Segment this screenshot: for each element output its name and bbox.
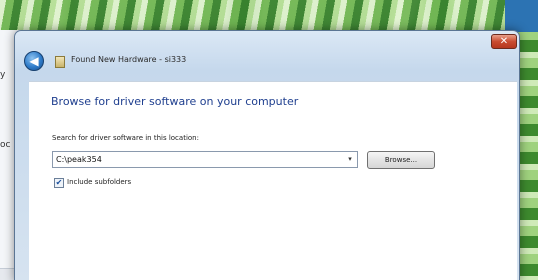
hardware-icon (55, 56, 65, 68)
search-location-label: Search for driver software in this locat… (52, 134, 199, 142)
browse-button[interactable]: Browse... (367, 151, 435, 169)
dialog-title: Found New Hardware - si333 (71, 55, 187, 64)
include-subfolders-checkbox[interactable]: ✔ (54, 178, 64, 188)
back-button[interactable]: ◀ (24, 51, 44, 71)
close-button[interactable]: ✕ (491, 34, 517, 49)
chevron-down-icon[interactable]: ▾ (343, 152, 357, 167)
close-icon: ✕ (499, 36, 509, 47)
found-new-hardware-dialog: ✕ ◀ Found New Hardware - si333 Browse fo… (14, 30, 520, 280)
background-window-text: oc (0, 140, 11, 150)
include-subfolders-label[interactable]: Include subfolders (67, 178, 131, 186)
checkmark-icon: ✔ (55, 178, 63, 187)
page-heading: Browse for driver software on your compu… (51, 95, 299, 108)
background-window-text: y (0, 70, 6, 80)
dialog-content: Browse for driver software on your compu… (29, 81, 517, 280)
back-arrow-icon: ◀ (29, 54, 39, 68)
background-window-right (505, 0, 538, 32)
search-location-input[interactable] (52, 151, 358, 168)
